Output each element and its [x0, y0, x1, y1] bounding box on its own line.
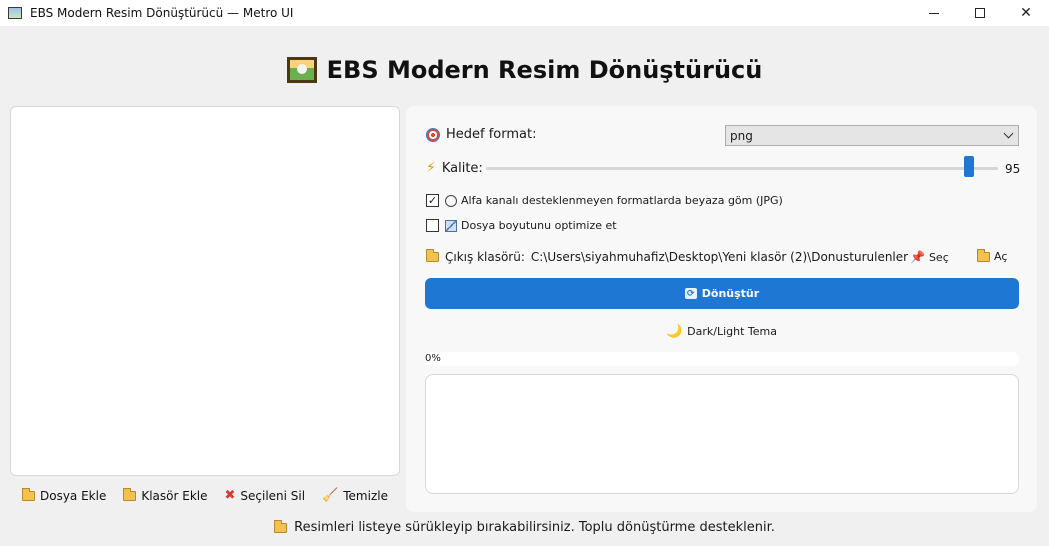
folder-icon — [274, 519, 288, 533]
quality-label: Kalite: — [441, 160, 483, 176]
settings-panel: Hedef format: png ⚡ Kalite: 95 ✓ Alfa ka… — [406, 106, 1037, 512]
app-icon — [8, 7, 22, 19]
add-folder-button[interactable]: Klasör Ekle — [123, 487, 208, 503]
quality-slider-handle[interactable] — [964, 156, 975, 177]
theme-toggle-button[interactable]: 🌙 Dark/Light Tema — [406, 324, 1037, 339]
folder-icon — [123, 487, 137, 501]
progress-bar — [425, 352, 1019, 366]
alpha-label: Alfa kanalı desteklenmeyen formatlarda b… — [461, 194, 783, 207]
close-button[interactable]: ✕ — [1003, 0, 1049, 26]
target-format-label: Hedef format: — [446, 127, 537, 142]
circle-icon — [445, 194, 457, 207]
clear-button[interactable]: 🧹 Temizle — [322, 488, 388, 503]
chevron-down-icon — [1003, 128, 1014, 139]
add-file-label: Dosya Ekle — [40, 488, 107, 503]
refresh-icon: ⟳ — [684, 288, 697, 299]
page-title: EBS Modern Resim Dönüştürücü — [0, 56, 1049, 84]
convert-button[interactable]: ⟳ Dönüştür — [425, 278, 1019, 309]
status-bar: Resimleri listeye sürükleyip bırakabilir… — [0, 519, 1049, 535]
alpha-checkbox[interactable]: ✓ — [426, 194, 439, 207]
alpha-option-row: ✓ Alfa kanalı desteklenmeyen formatlarda… — [426, 194, 783, 207]
status-text: Resimleri listeye sürükleyip bırakabilir… — [294, 520, 775, 535]
pin-icon: 📌 — [910, 250, 925, 264]
log-area[interactable] — [425, 374, 1019, 494]
title-bar: EBS Modern Resim Dönüştürücü — Metro UI … — [0, 0, 1049, 26]
clear-label: Temizle — [343, 488, 388, 503]
add-folder-label: Klasör Ekle — [141, 488, 208, 503]
target-format-row: Hedef format: — [426, 127, 537, 142]
target-format-select[interactable]: png — [725, 125, 1019, 146]
minimize-icon — [929, 12, 939, 14]
theme-toggle-label: Dark/Light Tema — [687, 325, 778, 338]
minimize-button[interactable] — [911, 0, 957, 26]
file-actions: Dosya Ekle Klasör Ekle ✖ Seçileni Sil 🧹 … — [10, 487, 400, 503]
target-icon — [426, 127, 440, 142]
folder-icon — [977, 248, 990, 262]
output-folder-label: Çıkış klasörü: — [445, 250, 525, 264]
quality-slider[interactable] — [486, 167, 998, 170]
file-list[interactable] — [10, 106, 400, 476]
open-folder-label: Aç — [994, 250, 1008, 263]
optimize-label: Dosya boyutunu optimize et — [461, 219, 617, 232]
remove-selected-label: Seçileni Sil — [240, 488, 306, 503]
open-folder-button[interactable]: Aç — [977, 248, 1008, 263]
maximize-button[interactable] — [957, 0, 1003, 26]
progress-text: 0% — [425, 353, 441, 364]
folder-icon — [22, 487, 35, 501]
folder-icon — [426, 249, 439, 262]
window-title: EBS Modern Resim Dönüştürücü — Metro UI — [30, 6, 294, 20]
choose-folder-button[interactable]: 📌 Seç — [910, 250, 949, 264]
close-icon: ✕ — [1020, 5, 1032, 21]
maximize-icon — [975, 8, 985, 18]
picture-icon — [286, 57, 317, 83]
output-folder-row: Çıkış klasörü: C:\Users\siyahmuhafiz\Desk… — [426, 249, 908, 264]
output-folder-info: Çıkış klasörü: C:\Users\siyahmuhafiz\Desk… — [445, 250, 908, 264]
optimize-checkbox[interactable] — [426, 219, 439, 232]
add-file-button[interactable]: Dosya Ekle — [22, 487, 107, 503]
broom-icon: 🧹 — [322, 488, 339, 503]
cross-icon: ✖ — [224, 488, 236, 503]
output-folder-path: C:\Users\siyahmuhafiz\Desktop\Yeni klasö… — [530, 250, 909, 264]
target-format-value: png — [730, 128, 753, 143]
remove-selected-button[interactable]: ✖ Seçileni Sil — [224, 488, 305, 503]
choose-folder-label: Seç — [928, 250, 949, 264]
quality-row: ⚡ Kalite: — [426, 160, 483, 176]
window-controls: ✕ — [911, 0, 1049, 26]
convert-label: Dönüştür — [701, 287, 760, 300]
resize-icon — [445, 219, 457, 232]
quality-value: 95 — [1005, 162, 1021, 176]
optimize-option-row: Dosya boyutunu optimize et — [426, 219, 617, 232]
page-title-text: EBS Modern Resim Dönüştürücü — [326, 56, 763, 84]
lightning-icon: ⚡ — [426, 160, 436, 176]
moon-icon: 🌙 — [665, 324, 683, 339]
